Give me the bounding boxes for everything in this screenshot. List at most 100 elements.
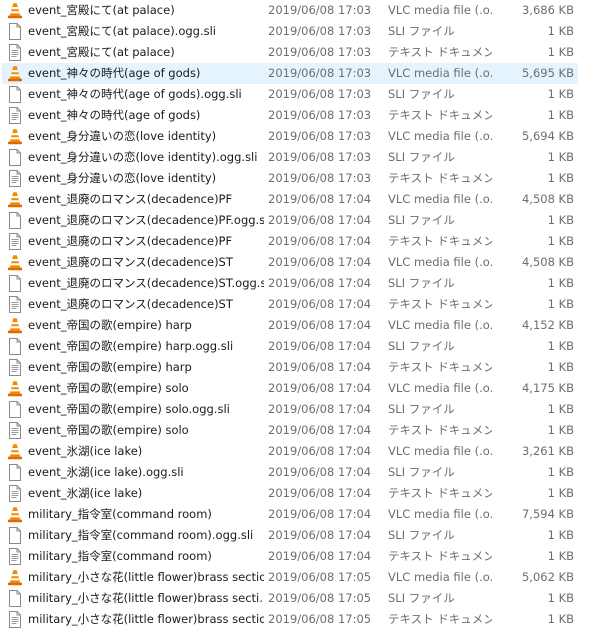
text-document-icon [7, 422, 23, 439]
file-name[interactable]: event_帝国の歌(empire) solo [28, 378, 264, 399]
file-type: VLC media file (.o... [388, 3, 492, 17]
file-row[interactable]: event_帝国の歌(empire) solo 2019/06/08 17:04 テ… [0, 420, 614, 441]
file-name[interactable]: military_指令室(command room) [28, 504, 264, 525]
file-row[interactable]: event_氷湖(ice lake).ogg.sli 2019/06/08 17:… [0, 462, 614, 483]
file-size: 1 KB [547, 213, 574, 227]
file-type: VLC media file (.o... [388, 129, 492, 143]
file-icon-cell [7, 126, 23, 147]
file-row[interactable]: event_身分違いの恋(love identity) 2019/06/08 17… [0, 168, 614, 189]
file-row[interactable]: event_退廃のロマンス(decadence)ST 2019/06/08 17:… [0, 252, 614, 273]
file-row[interactable]: event_退廃のロマンス(decadence)PF 2019/06/08 17:… [0, 189, 614, 210]
vlc-cone-icon [7, 443, 23, 460]
file-type: SLI ファイル [388, 402, 455, 416]
file-name[interactable]: event_退廃のロマンス(decadence)ST [28, 294, 264, 315]
file-row[interactable]: event_帝国の歌(empire) harp 2019/06/08 17:04 テ… [0, 357, 614, 378]
file-name[interactable]: event_神々の時代(age of gods) [28, 63, 264, 84]
file-size: 4,508 KB [521, 192, 574, 206]
file-size: 5,062 KB [521, 570, 574, 584]
document-icon [7, 527, 23, 544]
file-date-modified: 2019/06/08 17:03 [268, 87, 372, 101]
vlc-cone-icon [7, 191, 23, 208]
document-icon [7, 212, 23, 229]
file-date-modified: 2019/06/08 17:04 [268, 381, 372, 395]
file-name[interactable]: military_指令室(command room) [28, 546, 264, 567]
file-row[interactable]: military_小さな花(little flower)brass sectio… [0, 567, 614, 588]
file-name[interactable]: event_身分違いの恋(love identity).ogg.sli [28, 147, 264, 168]
text-document-icon [7, 548, 23, 565]
file-icon-cell [7, 315, 23, 336]
file-date-modified: 2019/06/08 17:04 [268, 192, 372, 206]
file-row[interactable]: event_退廃のロマンス(decadence)ST 2019/06/08 17:… [0, 294, 614, 315]
text-document-icon [7, 233, 23, 250]
file-name[interactable]: event_帝国の歌(empire) harp [28, 315, 264, 336]
file-row[interactable]: event_帝国の歌(empire) solo.ogg.sli 2019/06/0… [0, 399, 614, 420]
file-name[interactable]: event_退廃のロマンス(decadence)PF [28, 189, 264, 210]
file-name[interactable]: military_小さな花(little flower)brass sectio… [28, 567, 264, 588]
file-name[interactable]: event_宮殿にて(at palace) [28, 42, 264, 63]
file-name[interactable]: event_退廃のロマンス(decadence)PF [28, 231, 264, 252]
file-size: 1 KB [547, 108, 574, 122]
file-name[interactable]: event_氷湖(ice lake).ogg.sli [28, 462, 264, 483]
file-row[interactable]: event_帝国の歌(empire) solo 2019/06/08 17:04 V… [0, 378, 614, 399]
file-name[interactable]: military_小さな花(little flower)brass sectio… [28, 609, 264, 630]
file-row[interactable]: event_身分違いの恋(love identity).ogg.sli 2019/… [0, 147, 614, 168]
file-row[interactable]: event_神々の時代(age of gods) 2019/06/08 17:03… [0, 63, 614, 84]
file-row[interactable]: military_指令室(command room).ogg.sli 2019/0… [0, 525, 614, 546]
file-name[interactable]: event_帝国の歌(empire) harp [28, 357, 264, 378]
file-type: VLC media file (.o... [388, 444, 492, 458]
file-date-modified: 2019/06/08 17:04 [268, 213, 372, 227]
file-row[interactable]: event_退廃のロマンス(decadence)ST.ogg.sli 2019/0… [0, 273, 614, 294]
file-row[interactable]: event_帝国の歌(empire) harp.ogg.sli 2019/06/0… [0, 336, 614, 357]
file-date-modified: 2019/06/08 17:03 [268, 108, 372, 122]
file-name[interactable]: event_氷湖(ice lake) [28, 483, 264, 504]
file-row[interactable]: military_指令室(command room) 2019/06/08 17:… [0, 546, 614, 567]
file-icon-cell [7, 231, 23, 252]
file-name[interactable]: event_退廃のロマンス(decadence)ST [28, 252, 264, 273]
file-name[interactable]: military_指令室(command room).ogg.sli [28, 525, 264, 546]
file-row[interactable]: event_宮殿にて(at palace) 2019/06/08 17:03 テキス… [0, 42, 614, 63]
file-date-modified: 2019/06/08 17:04 [268, 360, 372, 374]
file-row[interactable]: event_帝国の歌(empire) harp 2019/06/08 17:04 V… [0, 315, 614, 336]
file-row[interactable]: event_神々の時代(age of gods) 2019/06/08 17:03… [0, 105, 614, 126]
file-name[interactable]: event_氷湖(ice lake) [28, 441, 264, 462]
file-name[interactable]: event_宮殿にて(at palace) [28, 0, 264, 21]
file-row[interactable]: military_小さな花(little flower)brass sectio… [0, 609, 614, 630]
file-size: 1 KB [547, 339, 574, 353]
file-icon-cell [7, 378, 23, 399]
file-row[interactable]: event_氷湖(ice lake) 2019/06/08 17:04 VLC me… [0, 441, 614, 462]
file-type: SLI ファイル [388, 339, 455, 353]
file-row[interactable]: military_指令室(command room) 2019/06/08 17:… [0, 504, 614, 525]
file-row[interactable]: event_身分違いの恋(love identity) 2019/06/08 17… [0, 126, 614, 147]
file-icon-cell [7, 189, 23, 210]
file-date-modified: 2019/06/08 17:03 [268, 24, 372, 38]
file-type: テキスト ドキュメント [388, 108, 492, 122]
file-row[interactable]: event_退廃のロマンス(decadence)PF.ogg.sli 2019/0… [0, 210, 614, 231]
vlc-cone-icon [7, 254, 23, 271]
file-row[interactable]: military_小さな花(little flower)brass secti.… [0, 588, 614, 609]
text-document-icon [7, 107, 23, 124]
file-name[interactable]: event_退廃のロマンス(decadence)PF.ogg.sli [28, 210, 264, 231]
file-name[interactable]: event_神々の時代(age of gods).ogg.sli [28, 84, 264, 105]
file-name[interactable]: event_帝国の歌(empire) harp.ogg.sli [28, 336, 264, 357]
file-row[interactable]: event_神々の時代(age of gods).ogg.sli 2019/06/… [0, 84, 614, 105]
file-name[interactable]: event_退廃のロマンス(decadence)ST.ogg.sli [28, 273, 264, 294]
file-row[interactable]: event_退廃のロマンス(decadence)PF 2019/06/08 17:… [0, 231, 614, 252]
file-name[interactable]: event_宮殿にて(at palace).ogg.sli [28, 21, 264, 42]
file-name[interactable]: event_帝国の歌(empire) solo.ogg.sli [28, 399, 264, 420]
file-icon-cell [7, 525, 23, 546]
file-name[interactable]: event_身分違いの恋(love identity) [28, 126, 264, 147]
file-icon-cell [7, 210, 23, 231]
file-type: VLC media file (.o... [388, 192, 492, 206]
file-name[interactable]: event_身分違いの恋(love identity) [28, 168, 264, 189]
file-row[interactable]: event_宮殿にて(at palace) 2019/06/08 17:03 VLC… [0, 0, 614, 21]
file-name[interactable]: event_神々の時代(age of gods) [28, 105, 264, 126]
file-name[interactable]: military_小さな花(little flower)brass secti.… [28, 588, 264, 609]
file-row[interactable]: event_宮殿にて(at palace).ogg.sli 2019/06/08 … [0, 21, 614, 42]
file-date-modified: 2019/06/08 17:04 [268, 528, 372, 542]
document-icon [7, 338, 23, 355]
file-date-modified: 2019/06/08 17:05 [268, 591, 372, 605]
file-name[interactable]: event_帝国の歌(empire) solo [28, 420, 264, 441]
file-size: 1 KB [547, 45, 574, 59]
file-row[interactable]: event_氷湖(ice lake) 2019/06/08 17:04 テキスト ド… [0, 483, 614, 504]
file-type: SLI ファイル [388, 276, 455, 290]
